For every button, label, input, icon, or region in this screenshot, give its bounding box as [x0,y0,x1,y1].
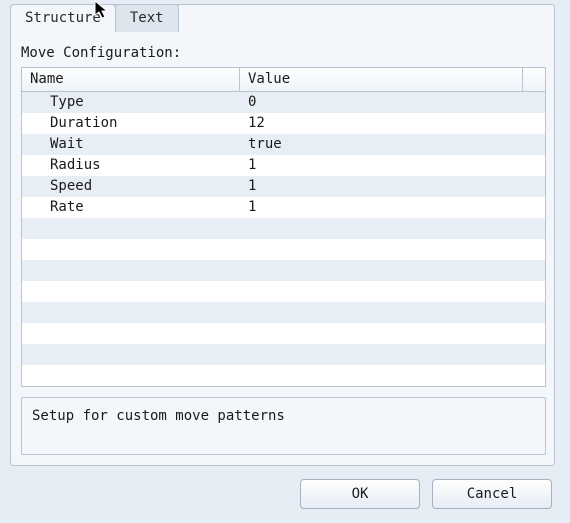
table-row-empty [22,260,545,281]
table-row[interactable]: Speed1 [22,176,545,197]
cell-name: Radius [22,155,240,176]
table-row[interactable]: Radius1 [22,155,545,176]
table-row-empty [22,281,545,302]
table-row-empty [22,323,545,344]
button-label: OK [352,486,369,502]
table-row[interactable]: Type0 [22,92,545,113]
cell-value[interactable]: 1 [240,197,545,218]
cell-value[interactable]: 1 [240,155,545,176]
table-row[interactable]: Rate1 [22,197,545,218]
table-row[interactable]: Duration12 [22,113,545,134]
button-label: Cancel [467,486,518,502]
ok-button[interactable]: OK [300,479,420,509]
tab-label: Text [130,10,164,26]
column-header-value[interactable]: Value [240,68,523,92]
tab-text[interactable]: Text [115,4,179,32]
column-header-spacer [523,68,545,92]
cell-name: Rate [22,197,240,218]
cell-value[interactable]: true [240,134,545,155]
properties-panel: Structure Text Move Configuration: Name … [10,4,555,466]
table-header: Name Value [22,68,545,92]
section-label: Move Configuration: [21,45,181,61]
cell-name: Type [22,92,240,113]
cell-name: Wait [22,134,240,155]
table-body: Type0Duration12WaittrueRadius1Speed1Rate… [22,92,545,386]
dialog-button-row: OK Cancel [0,479,570,515]
table-row-empty [22,302,545,323]
cancel-button[interactable]: Cancel [432,479,552,509]
cell-value[interactable]: 0 [240,92,545,113]
cell-name: Duration [22,113,240,134]
table-row-empty [22,365,545,386]
table-row-empty [22,218,545,239]
cell-name: Speed [22,176,240,197]
properties-table: Name Value Type0Duration12WaittrueRadius… [21,67,546,387]
description-box: Setup for custom move patterns [21,397,546,455]
cell-value[interactable]: 12 [240,113,545,134]
tab-structure[interactable]: Structure [10,4,116,32]
table-row-empty [22,239,545,260]
description-text: Setup for custom move patterns [32,408,285,424]
cell-value[interactable]: 1 [240,176,545,197]
tab-label: Structure [25,10,101,26]
table-row-empty [22,344,545,365]
table-row[interactable]: Waittrue [22,134,545,155]
column-header-name[interactable]: Name [22,68,240,92]
tab-bar: Structure Text [10,4,179,32]
